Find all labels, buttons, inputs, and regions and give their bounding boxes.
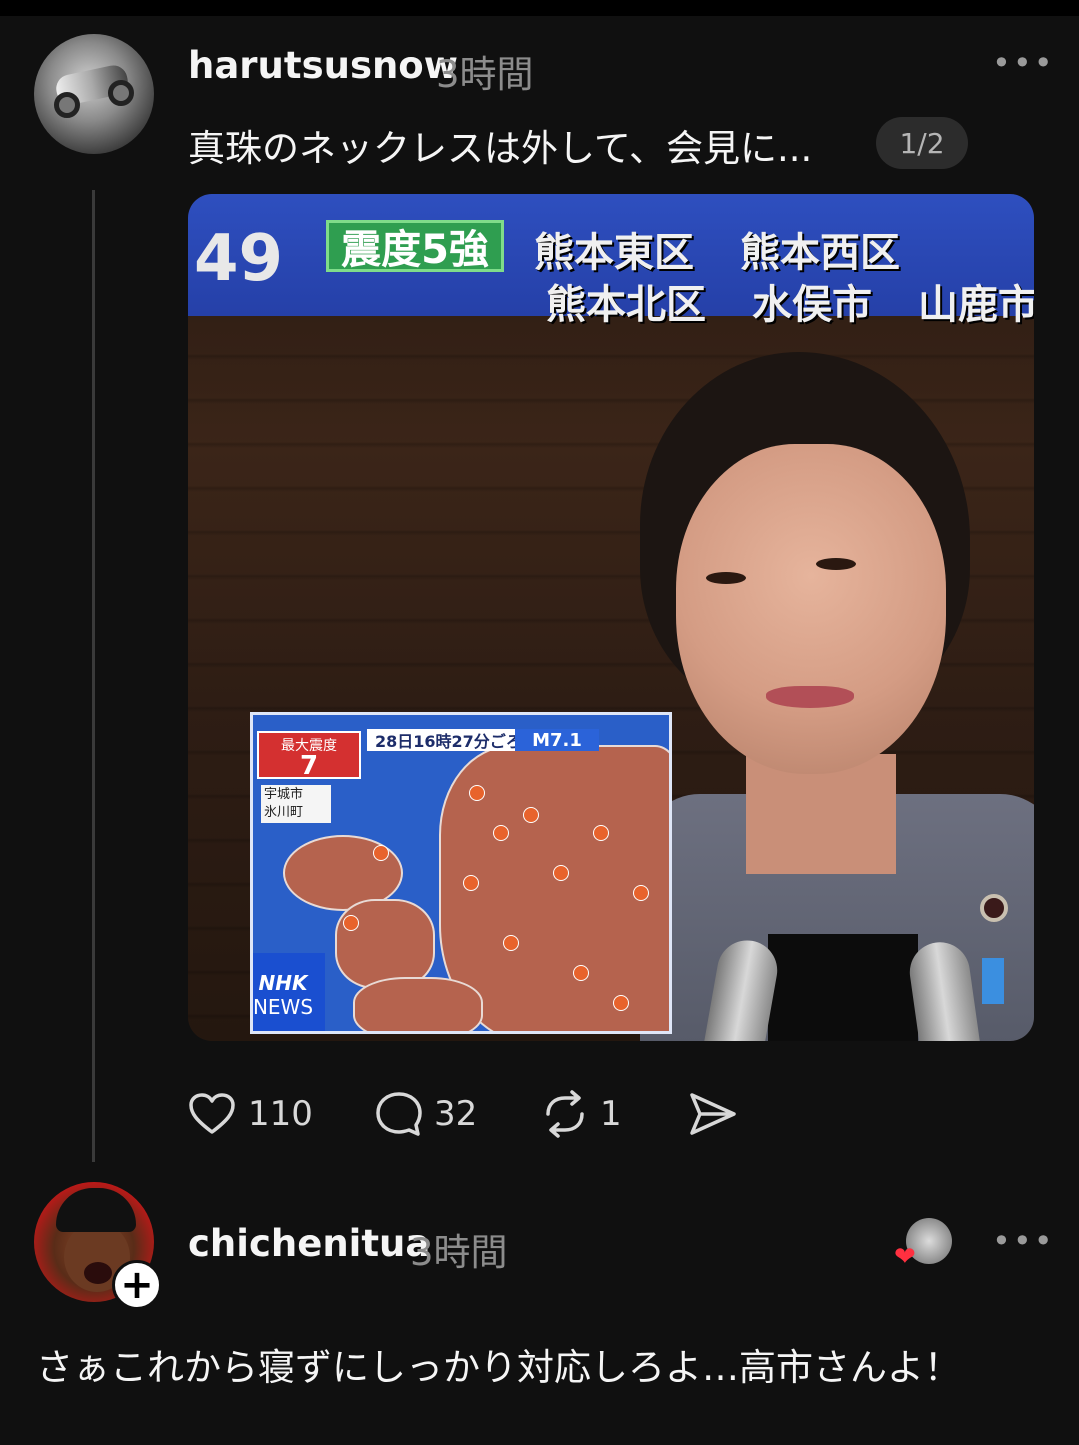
avatar-wheel xyxy=(54,92,80,118)
post-timestamp: 3時間 xyxy=(436,53,534,96)
lapel-badge xyxy=(980,894,1008,922)
map-magnitude: M7.1 xyxy=(515,729,599,751)
comment-button[interactable]: 32 xyxy=(374,1088,477,1140)
post-text: 真珠のネックレスは外して、会見に... xyxy=(188,127,813,170)
town-labels: 宇城市 氷川町 xyxy=(261,785,331,823)
earthquake-map: 最大震度 7 28日16時27分ごろ M7.1 宇城市 氷川町 NHK NEWS xyxy=(250,712,672,1034)
share-button[interactable] xyxy=(688,1088,738,1140)
liked-heart-icon: ❤ xyxy=(894,1242,916,1272)
nhk-news-text: NEWS xyxy=(252,995,314,1019)
area-label: 熊本西区 xyxy=(740,230,900,276)
intensity-label: 震度5強 xyxy=(326,220,504,273)
person-eye xyxy=(706,572,746,584)
banner-number: 49 xyxy=(194,222,284,296)
intensity-dot xyxy=(593,825,609,841)
post-image[interactable]: 49 震度5強 熊本東区 熊本西区 熊本北区 水俣市 山鹿市 最大震度 7 28… xyxy=(188,194,1034,1041)
intensity-dot xyxy=(463,875,479,891)
share-icon xyxy=(690,1093,736,1135)
nhk-logo-text: NHK xyxy=(258,971,308,995)
intensity-dot xyxy=(573,965,589,981)
intensity-dot xyxy=(469,785,485,801)
more-options-icon[interactable]: ••• xyxy=(992,44,1055,82)
reply-text: さぁこれから寝ずにしっかり対応しろよ…高市さんよ！ xyxy=(36,1346,961,1389)
intensity-dot xyxy=(373,845,389,861)
avatar[interactable] xyxy=(34,34,154,154)
avatar-cap xyxy=(56,1188,136,1232)
map-land xyxy=(335,899,435,989)
tv-banner: 49 震度5強 熊本東区 熊本西区 熊本北区 水俣市 山鹿市 xyxy=(188,194,1034,328)
person-mouth xyxy=(766,686,854,708)
like-button[interactable]: 110 xyxy=(188,1088,313,1140)
intensity-dot xyxy=(503,935,519,951)
thread-line xyxy=(92,190,95,1162)
avatar-wheel xyxy=(108,80,134,106)
intensity-dot xyxy=(523,807,539,823)
post-username[interactable]: harutsusnow xyxy=(188,44,458,87)
heart-icon xyxy=(189,1093,235,1134)
repost-count: 1 xyxy=(600,1094,622,1134)
comment-count: 32 xyxy=(434,1094,478,1134)
reply-username[interactable]: chichenitua xyxy=(188,1222,430,1265)
intensity-dot xyxy=(343,915,359,931)
nhk-logo: NHK NEWS xyxy=(252,953,325,1031)
intensity-dot xyxy=(633,885,649,901)
repost-button[interactable]: 1 xyxy=(540,1088,622,1140)
more-options-icon[interactable]: ••• xyxy=(992,1222,1055,1260)
person-inner xyxy=(768,934,918,1041)
person-eye xyxy=(816,558,856,570)
status-bar xyxy=(0,0,1079,16)
intensity-dot xyxy=(553,865,569,881)
area-label: 熊本東区 xyxy=(534,230,694,276)
person-face xyxy=(676,444,946,774)
blue-ribbon xyxy=(982,958,1004,1004)
like-count: 110 xyxy=(248,1094,313,1134)
pager-badge[interactable]: 1/2 xyxy=(876,117,968,169)
town-label: 宇城市 xyxy=(264,787,304,802)
follow-button[interactable]: + xyxy=(112,1260,162,1310)
intensity-dot xyxy=(493,825,509,841)
max-intensity-box: 最大震度 7 xyxy=(257,731,361,781)
max-intensity-value: 7 xyxy=(299,751,319,781)
town-label: 氷川町 xyxy=(264,805,304,820)
comment-icon xyxy=(376,1092,422,1136)
reply-timestamp: 3時間 xyxy=(410,1231,508,1274)
avatar-mouth xyxy=(84,1262,112,1284)
map-land xyxy=(353,977,483,1031)
repost-icon xyxy=(546,1090,584,1138)
intensity-dot xyxy=(613,995,629,1011)
